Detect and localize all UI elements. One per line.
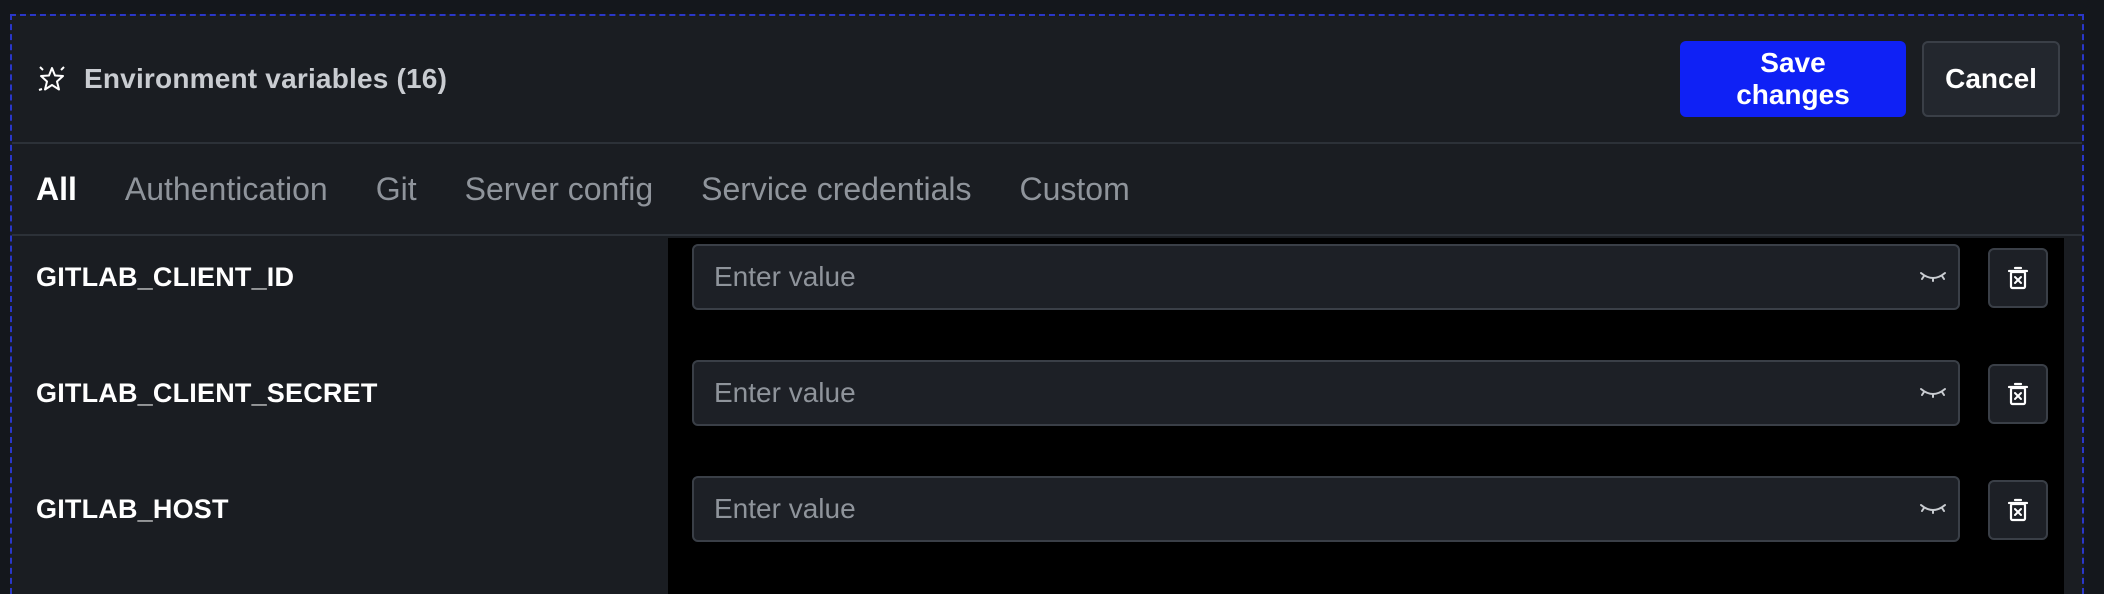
variable-row: GITLAB_CLIENT_SECRET — [12, 358, 2082, 428]
variable-key: GITLAB_HOST — [36, 494, 229, 524]
variable-key: GITLAB_CLIENT_ID — [36, 262, 295, 292]
title-group: Environment variables (16) — [36, 63, 447, 95]
panel-header: Environment variables (16) Save changes … — [12, 16, 2082, 144]
header-actions: Save changes Cancel — [1680, 41, 2060, 117]
panel-title: Environment variables (16) — [84, 63, 448, 94]
variable-value-input[interactable] — [694, 477, 1918, 541]
variable-row: GITLAB_HOST — [12, 474, 2082, 544]
variable-value-field[interactable] — [692, 476, 1960, 542]
env-variables-panel: Environment variables (16) Save changes … — [10, 14, 2084, 594]
tab-all[interactable]: All — [36, 171, 77, 208]
trash-icon — [2007, 266, 2029, 290]
save-changes-button[interactable]: Save changes — [1680, 41, 1906, 117]
tab-custom[interactable]: Custom — [1019, 171, 1129, 208]
eye-closed-icon[interactable] — [1918, 494, 1948, 524]
trash-icon — [2007, 382, 2029, 406]
variable-row: GITLAB_CLIENT_ID — [12, 242, 2082, 312]
trash-icon — [2007, 498, 2029, 522]
variable-value-input[interactable] — [694, 361, 1918, 425]
delete-variable-button[interactable] — [1988, 480, 2048, 540]
sparkle-star-icon — [36, 63, 68, 95]
variable-value-field[interactable] — [692, 360, 1960, 426]
tab-git[interactable]: Git — [376, 171, 417, 208]
variable-value-field[interactable] — [692, 244, 1960, 310]
variable-value-input[interactable] — [694, 245, 1918, 309]
tab-service-credentials[interactable]: Service credentials — [701, 171, 971, 208]
tab-authentication[interactable]: Authentication — [125, 171, 328, 208]
delete-variable-button[interactable] — [1988, 248, 2048, 308]
delete-variable-button[interactable] — [1988, 364, 2048, 424]
variables-list: GITLAB_CLIENT_ID GITLAB_CLIENT_SECRET GI… — [12, 238, 2082, 594]
variable-key: GITLAB_CLIENT_SECRET — [36, 378, 378, 408]
eye-closed-icon[interactable] — [1918, 378, 1948, 408]
tab-server-config[interactable]: Server config — [465, 171, 654, 208]
category-tabs: All Authentication Git Server config Ser… — [12, 144, 2082, 236]
cancel-button[interactable]: Cancel — [1922, 41, 2060, 117]
eye-closed-icon[interactable] — [1918, 262, 1948, 292]
